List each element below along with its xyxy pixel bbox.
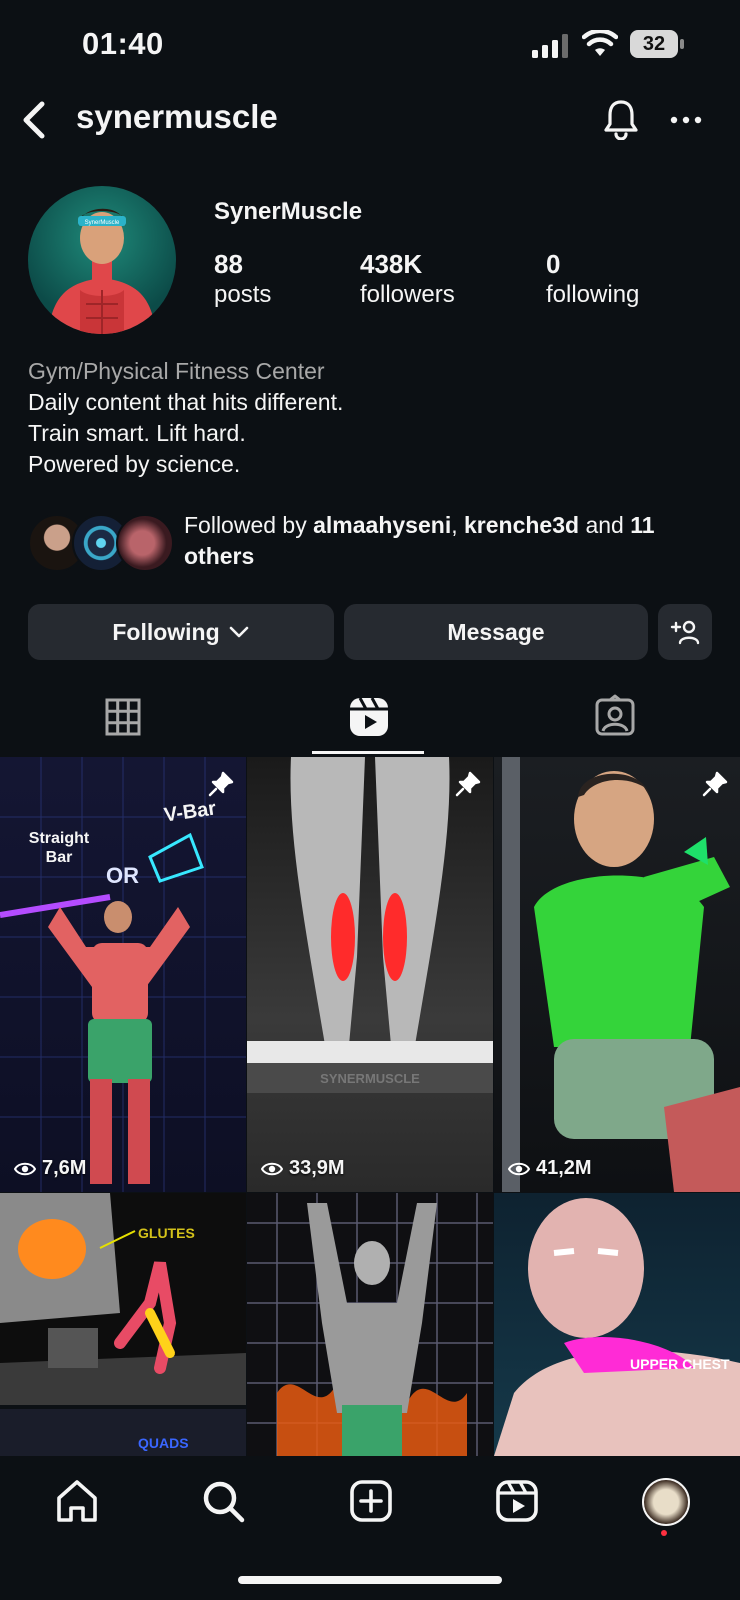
reels-nav-icon[interactable]	[494, 1478, 540, 1524]
bio-line: Daily content that hits different.	[28, 389, 344, 415]
status-time: 01:40	[82, 26, 164, 61]
battery-level: 32	[630, 30, 678, 58]
search-icon[interactable]	[200, 1478, 246, 1524]
following-button-label: Following	[112, 618, 220, 645]
reel-tile[interactable]	[247, 1193, 493, 1456]
chevron-down-icon	[229, 626, 248, 638]
view-count-value: 33,9M	[289, 1157, 345, 1179]
conjunction: and	[579, 512, 631, 538]
back-arrow-icon[interactable]	[20, 100, 48, 140]
pin-icon	[702, 771, 728, 797]
reel-thumbnail	[502, 757, 740, 1192]
reel-tile[interactable]: Straight Bar V-Bar OR 7,6M	[0, 757, 246, 1192]
reel-overlay-text: OR	[106, 863, 139, 888]
svg-text:SynerMuscle: SynerMuscle	[85, 220, 120, 226]
view-count-value: 7,6M	[42, 1157, 87, 1179]
reel-overlay-text: SYNERMUSCLE	[320, 1071, 420, 1086]
followers-label: followers	[360, 281, 455, 308]
followers-count[interactable]: 438K followers	[360, 248, 455, 310]
active-tab-indicator	[312, 751, 424, 754]
reels-tab-icon[interactable]	[346, 694, 392, 740]
reel-overlay-text: GLUTES	[138, 1225, 195, 1241]
notification-dot	[661, 1530, 667, 1536]
message-button[interactable]: Message	[344, 604, 648, 660]
posts-value: 88	[214, 249, 243, 279]
separator: ,	[451, 512, 464, 538]
create-post-icon[interactable]	[348, 1478, 394, 1524]
add-person-icon	[670, 620, 700, 645]
avatar	[116, 514, 174, 572]
notification-bell-icon[interactable]	[602, 98, 640, 140]
reel-overlay-text: UPPER CHEST	[630, 1356, 730, 1372]
mutual-followers-avatars[interactable]	[28, 514, 174, 572]
eye-icon	[508, 1162, 530, 1175]
profile-display-name: SynerMuscle	[214, 198, 363, 225]
reel-thumbnail	[0, 1193, 246, 1456]
reel-view-count: 41,2M	[508, 1157, 592, 1180]
following-button[interactable]: Following	[28, 604, 334, 660]
reel-thumbnail	[247, 1193, 493, 1456]
posts-label: posts	[214, 281, 272, 308]
battery-icon: 32	[630, 30, 684, 58]
eye-icon	[261, 1162, 283, 1175]
eye-icon	[14, 1162, 36, 1175]
message-button-label: Message	[447, 618, 545, 645]
mutual-user-link[interactable]: almaahyseni	[313, 512, 451, 538]
reel-tile[interactable]: SYNERMUSCLE 33,9M	[247, 757, 493, 1192]
pin-icon	[208, 771, 234, 797]
following-count[interactable]: 0 following	[546, 248, 639, 310]
bio-line: Powered by science.	[28, 451, 241, 477]
following-label: following	[546, 281, 640, 308]
mutual-user-link[interactable]: krenche3d	[464, 512, 579, 538]
reel-tile[interactable]: 41,2M	[494, 757, 740, 1192]
reel-thumbnail	[494, 1198, 740, 1456]
reel-view-count: 33,9M	[261, 1157, 345, 1180]
profile-category: Gym/Physical Fitness Center	[28, 358, 325, 384]
reel-thumbnail	[247, 757, 493, 1093]
posts-count[interactable]: 88 posts	[214, 248, 271, 310]
pin-icon	[455, 771, 481, 797]
view-count-value: 41,2M	[536, 1157, 592, 1179]
home-icon[interactable]	[54, 1478, 100, 1524]
tagged-tab-icon[interactable]	[592, 694, 638, 740]
followers-value: 438K	[360, 249, 423, 279]
grid-tab-icon[interactable]	[100, 694, 146, 740]
reel-tile[interactable]: GLUTES QUADS	[0, 1193, 246, 1456]
reel-thumbnail	[0, 757, 246, 1192]
following-value: 0	[546, 249, 561, 279]
bio-line: Train smart. Lift hard.	[28, 420, 246, 446]
home-indicator	[238, 1576, 502, 1584]
profile-bio: Gym/Physical Fitness Center Daily conten…	[28, 356, 343, 480]
reel-view-count: 7,6M	[14, 1157, 86, 1180]
followed-by-text[interactable]: Followed by almaahyseni, krenche3d and 1…	[184, 510, 724, 572]
profile-avatar[interactable]: SynerMuscle	[28, 186, 176, 334]
reel-overlay-text: Straight Bar	[28, 830, 90, 866]
muscle-figure-image: SynerMuscle	[48, 208, 156, 334]
wifi-icon	[582, 30, 618, 56]
profile-nav-avatar[interactable]	[642, 1478, 690, 1526]
followed-by-prefix: Followed by	[184, 512, 314, 538]
cellular-signal-icon	[532, 34, 568, 58]
reel-overlay-text: QUADS	[138, 1435, 189, 1451]
more-options-icon[interactable]	[668, 108, 704, 132]
profile-username: synermuscle	[76, 98, 278, 135]
suggested-people-button[interactable]	[658, 604, 712, 660]
reel-tile[interactable]: UPPER CHEST	[494, 1193, 740, 1456]
